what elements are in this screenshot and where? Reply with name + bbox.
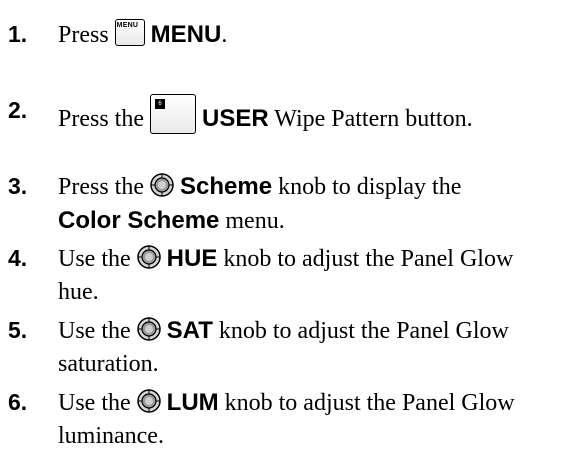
step-number: 4.	[8, 245, 28, 271]
knob-icon	[136, 389, 161, 413]
step-text-after: Wipe Pattern button.	[268, 106, 473, 132]
step-text-after: knob to adjust the Panel Glow	[217, 246, 514, 272]
step-bold-term: USER	[202, 105, 269, 132]
step-text: Use the HUE knob to adjust the Panel Glo…	[58, 242, 570, 309]
step-text-before: Press the	[58, 106, 150, 132]
step-text-line2: luminance.	[58, 423, 164, 449]
step-text: Press MENU MENU.	[58, 18, 570, 52]
step-text-before: Press the	[58, 174, 150, 200]
step-text-before: Press	[58, 22, 115, 48]
step-bold-term: SAT	[166, 317, 213, 344]
step-text: Press the 6 USER Wipe Pattern button.	[58, 94, 570, 136]
user-wipe-button-icon-label: 6	[155, 99, 165, 109]
step-bold-term: Scheme	[180, 173, 273, 200]
step-number: 1.	[8, 21, 28, 47]
step-text: Use the SAT knob to adjust the Panel Glo…	[58, 314, 570, 381]
step-text-after: knob to adjust the Panel Glow	[212, 318, 509, 344]
step-text-after: knob to display the	[272, 174, 462, 200]
step-bold-term-line2: Color Scheme	[58, 207, 220, 234]
step-text-line2: saturation.	[58, 351, 159, 377]
menu-button-icon: MENU	[114, 19, 145, 46]
step-text: Press the Scheme knob to display the Colo…	[58, 170, 570, 238]
user-wipe-button-icon: 6	[150, 94, 196, 134]
menu-button-icon-label: MENU	[116, 22, 139, 29]
step-number: 6.	[8, 389, 28, 415]
knob-icon	[136, 317, 161, 341]
step-text: Use the LUM knob to adjust the Panel Glo…	[58, 386, 570, 453]
step-text-line2: hue.	[58, 279, 99, 305]
step-bold-term: MENU	[150, 21, 222, 48]
knob-icon	[136, 245, 161, 269]
step-text-after: .	[221, 22, 228, 48]
step-text-before: Use the	[58, 246, 137, 272]
step-text-before: Use the	[58, 390, 137, 416]
step-number: 3.	[8, 173, 28, 199]
step-bold-term: LUM	[166, 389, 219, 416]
step-text-line2-after: menu.	[219, 208, 285, 234]
knob-icon	[150, 173, 174, 197]
step-number: 5.	[8, 317, 28, 343]
step-text-after: knob to adjust the Panel Glow	[218, 390, 515, 416]
step-bold-term: HUE	[166, 245, 218, 272]
step-number: 2.	[8, 97, 28, 123]
step-text-before: Use the	[58, 318, 137, 344]
